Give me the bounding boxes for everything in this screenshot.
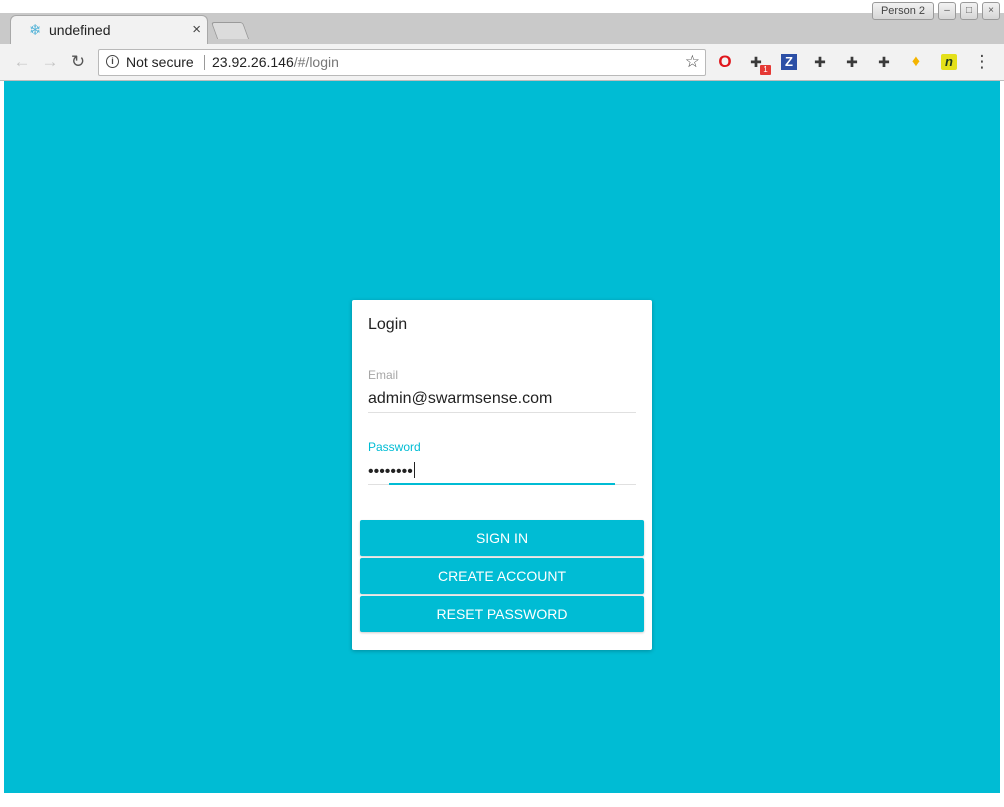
email-label: Email [368,368,399,382]
new-tab-button[interactable] [210,22,250,39]
browser-tab[interactable]: ❄ undefined × [10,15,208,45]
sign-in-button[interactable]: SIGN IN [360,520,644,556]
url-text[interactable]: 23.92.26.146/#/login [212,54,339,70]
minimize-icon[interactable]: – [938,2,956,20]
opera-icon[interactable]: O [716,53,734,71]
password-input[interactable]: •••••••• [368,462,415,481]
back-icon[interactable]: ← [11,51,33,73]
puzzle-icon[interactable]: ✚ [875,53,893,71]
omnibox-divider [204,55,205,70]
puzzle-icon[interactable]: ✚ [843,53,861,71]
close-window-icon[interactable]: × [982,2,1000,20]
maximize-icon[interactable]: □ [960,2,978,20]
browser-toolbar: ← → ↻ i Not secure 23.92.26.146/#/login … [0,44,1004,81]
url-host: 23.92.26.146 [212,54,294,70]
create-account-button[interactable]: CREATE ACCOUNT [360,558,644,594]
window-bottom-edge [0,793,1004,807]
window-controls: Person 2 – □ × [871,2,1000,20]
security-label[interactable]: Not secure [126,54,194,70]
bookmark-star-icon[interactable]: ☆ [685,52,700,72]
reload-icon[interactable]: ↻ [67,51,89,73]
n-icon[interactable]: n [941,54,957,70]
page-background: Login Email admin@swarmsense.com Passwor… [4,81,1000,793]
reset-password-button[interactable]: RESET PASSWORD [360,596,644,632]
browser-titlebar: Person 2 – □ × ❄ undefined × [0,0,1004,45]
tab-close-icon[interactable]: × [192,21,201,38]
z-icon[interactable]: Z [781,54,797,70]
password-label: Password [368,440,421,454]
puzzle-icon[interactable]: ✚ [811,53,829,71]
extension-badge: 1 [760,65,771,75]
forward-icon[interactable]: → [39,51,61,73]
info-icon[interactable]: i [106,55,119,68]
text-caret [413,462,415,478]
url-path: /#/login [293,54,339,70]
password-mask: •••••••• [368,463,413,480]
address-bar[interactable]: i Not secure 23.92.26.146/#/login ☆ [98,49,706,76]
email-input[interactable]: admin@swarmsense.com [368,390,552,408]
login-title: Login [368,316,408,333]
tab-title: undefined [49,22,111,38]
flame-icon[interactable]: ♦ [907,53,925,71]
password-focus-bar [389,483,615,485]
menu-kebab-icon[interactable]: ⋮ [973,52,991,72]
login-card: Login Email admin@swarmsense.com Passwor… [352,300,652,650]
email-underline [368,412,636,413]
profile-button[interactable]: Person 2 [871,2,934,20]
snowflake-favicon-icon: ❄ [29,22,42,39]
